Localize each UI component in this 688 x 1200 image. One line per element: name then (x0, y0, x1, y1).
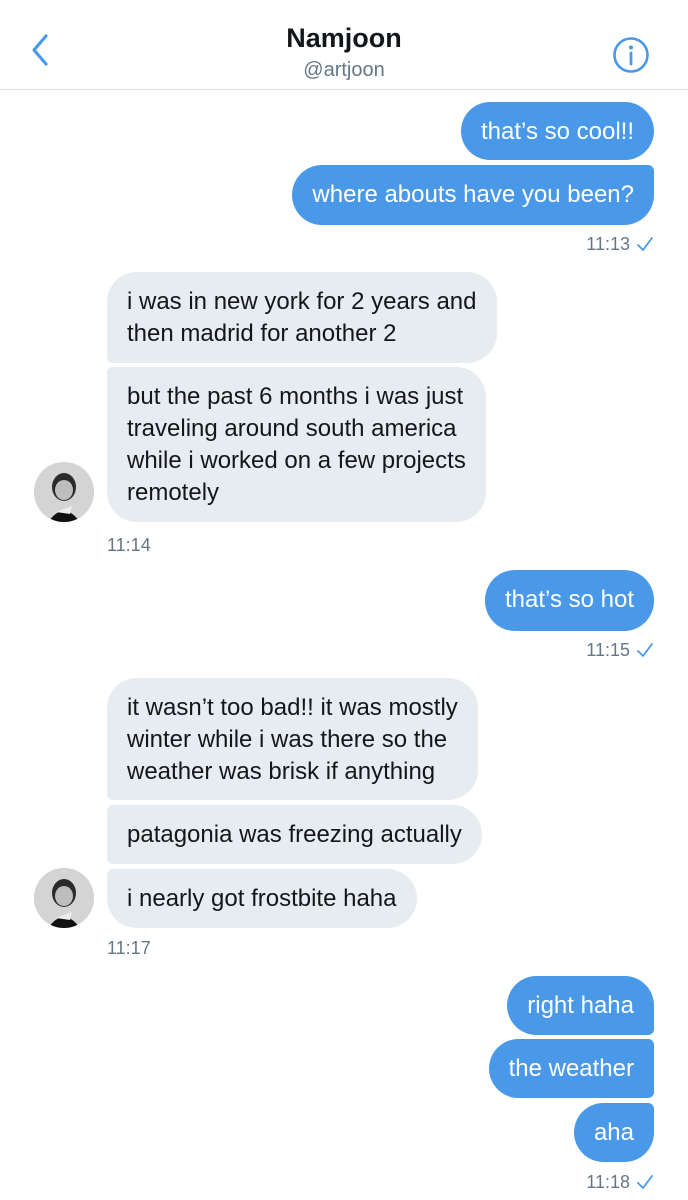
message-text: that’s so hot (505, 586, 634, 613)
avatar[interactable] (34, 868, 94, 928)
message-text: then madrid for another 2 (127, 320, 397, 347)
message-timestamp: 11:13 (586, 233, 654, 255)
message-text: remotely (127, 479, 220, 506)
incoming-message[interactable]: patagonia was freezing actually (107, 805, 482, 864)
message-text: right haha (527, 992, 634, 1019)
message-timestamp: 11:15 (586, 639, 654, 661)
message-timestamp: 11:18 (586, 1171, 654, 1193)
outgoing-message[interactable]: aha (573, 1103, 654, 1162)
message-text: i nearly got frostbite haha (127, 885, 397, 912)
check-icon (637, 1175, 653, 1189)
timestamp-text: 11:18 (586, 1172, 630, 1192)
message-text: patagonia was freezing actually (127, 821, 462, 848)
outgoing-message[interactable]: right haha (507, 976, 654, 1035)
message-text: winter while i was there so the (127, 726, 448, 753)
message-text: i was in new york for 2 years and (127, 288, 477, 315)
message-text: but the past 6 months i was just (127, 383, 464, 410)
conversation-handle: @artjoon (303, 59, 385, 81)
incoming-message[interactable]: i nearly got frostbite haha (107, 869, 417, 928)
message-text: that’s so cool!! (481, 118, 634, 145)
outgoing-message[interactable]: the weather (488, 1039, 654, 1098)
timestamp-text: 11:13 (586, 234, 630, 254)
info-icon (613, 37, 649, 73)
avatar-image (34, 462, 94, 522)
message-text: the weather (508, 1055, 634, 1082)
message-text: traveling around south america (127, 415, 457, 442)
message-timestamp: 11:17 (107, 938, 151, 958)
incoming-message[interactable]: it wasn’t too bad!! it was mostly winter… (107, 678, 478, 800)
incoming-message[interactable]: i was in new york for 2 years and then m… (107, 272, 497, 363)
outgoing-message[interactable]: that’s so hot (485, 570, 654, 631)
message-text: aha (593, 1119, 634, 1146)
conversation-title[interactable]: Namjoon (0, 22, 688, 54)
avatar-image (34, 868, 94, 928)
conversation-header: Namjoon @artjoon (0, 0, 688, 90)
message-text: where abouts have you been? (312, 181, 634, 208)
check-icon (637, 643, 653, 657)
message-text: while i worked on a few projects (127, 447, 466, 474)
message-text: it wasn’t too bad!! it was mostly (127, 694, 458, 721)
timestamp-text: 11:15 (586, 640, 630, 660)
outgoing-message[interactable]: where abouts have you been? (292, 165, 654, 225)
check-icon (637, 237, 653, 251)
avatar[interactable] (34, 462, 94, 522)
incoming-message[interactable]: but the past 6 months i was just traveli… (107, 367, 486, 522)
outgoing-message[interactable]: that’s so cool!! (461, 102, 654, 160)
message-timestamp: 11:14 (107, 535, 151, 555)
info-button[interactable] (612, 36, 650, 74)
message-text: weather was brisk if anything (127, 758, 436, 785)
